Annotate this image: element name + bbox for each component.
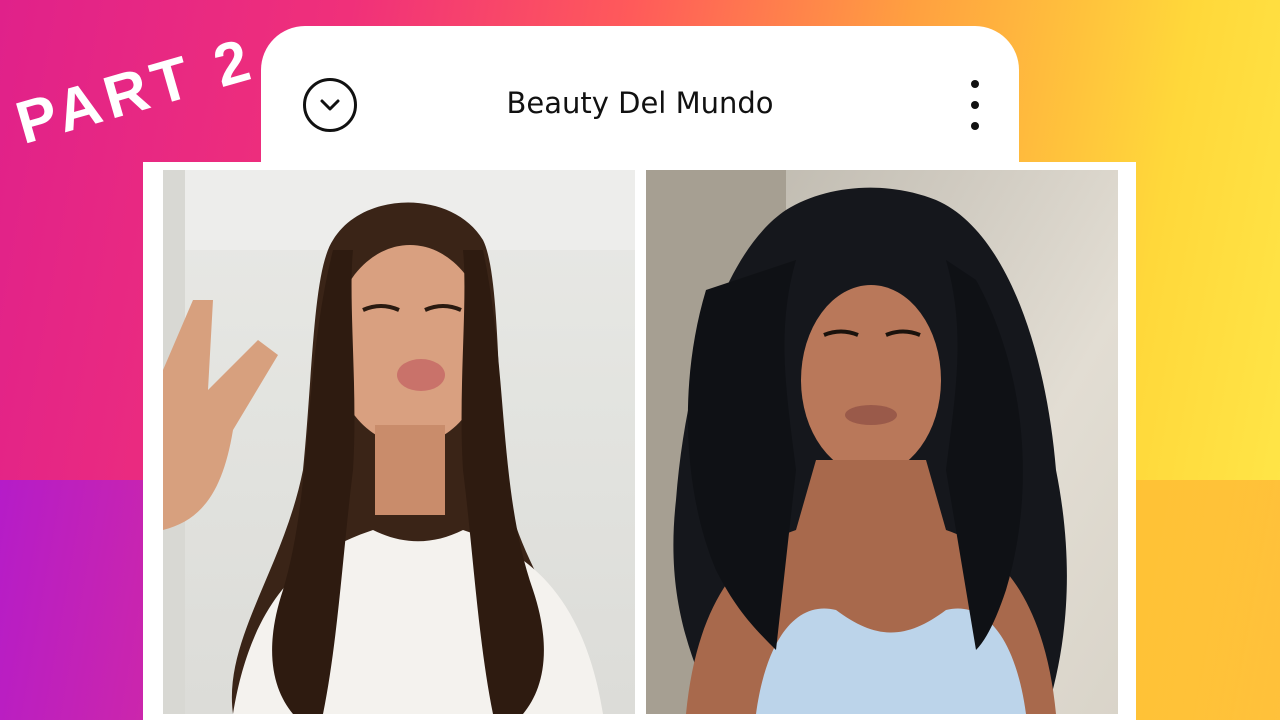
photo-right[interactable] — [646, 170, 1118, 714]
app-header: Beauty Del Mundo — [261, 26, 1019, 162]
photo-left[interactable] — [163, 170, 635, 714]
page-title: Beauty Del Mundo — [506, 86, 774, 120]
part-label: PART 2 — [8, 24, 263, 157]
more-options-icon[interactable] — [963, 80, 987, 130]
